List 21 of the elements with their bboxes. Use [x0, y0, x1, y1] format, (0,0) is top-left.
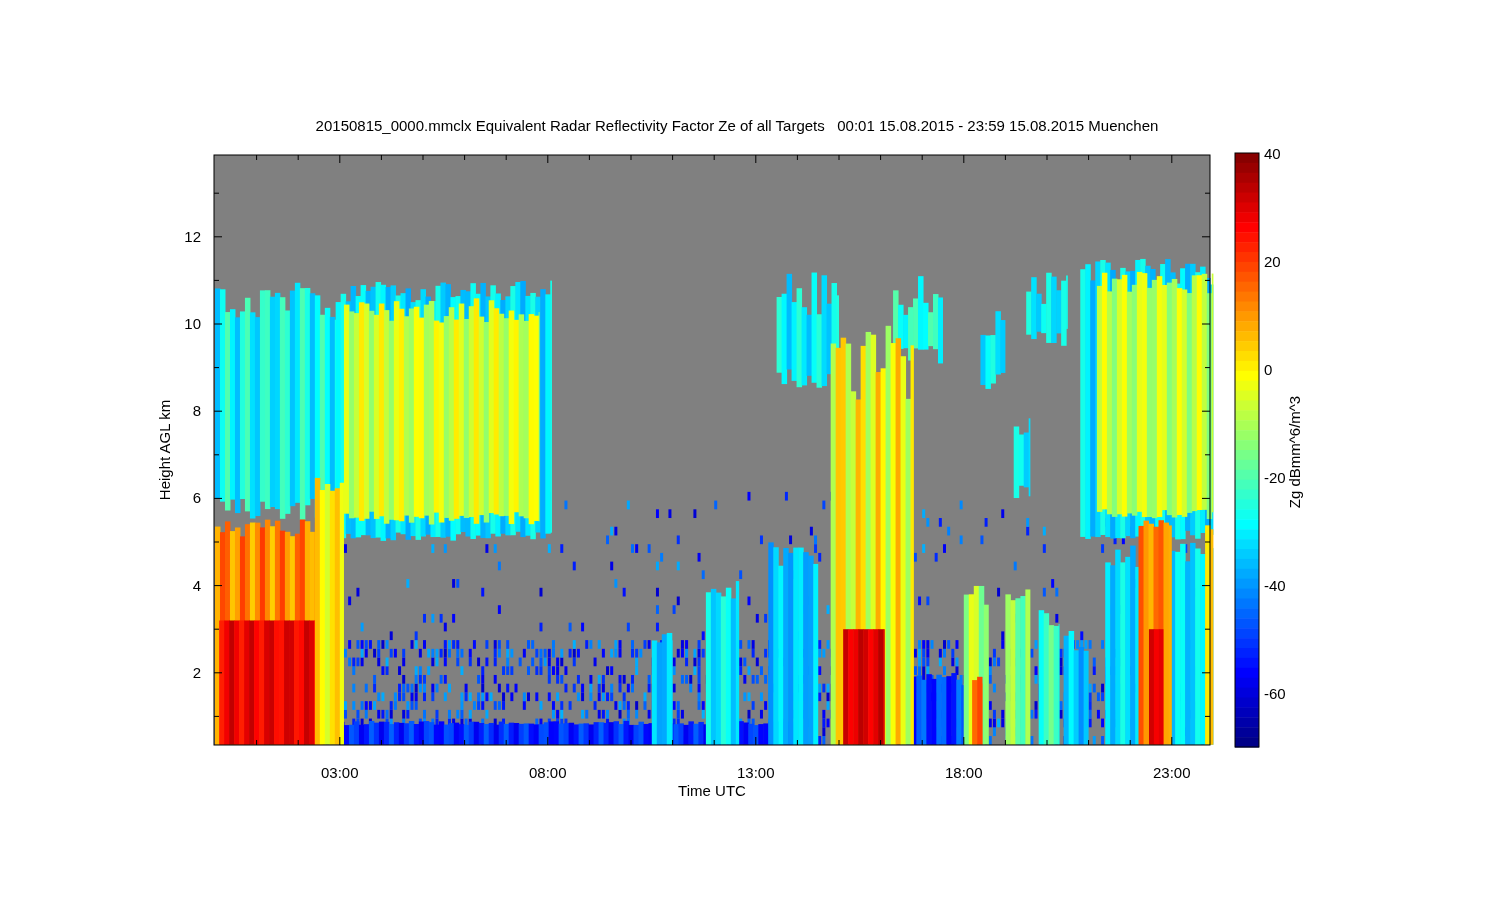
colorbar-tick-label: 40 [1264, 145, 1281, 162]
y-tick-label: 2 [192, 663, 201, 681]
colorbar-tick-label: -20 [1264, 469, 1286, 486]
colorbar-tick-label: -60 [1264, 685, 1286, 702]
y-tick-label: 4 [192, 576, 201, 594]
y-axis-label: Height AGL km [156, 399, 173, 501]
x-axis-label: Time UTC [678, 782, 746, 799]
y-tick-label: 12 [184, 227, 201, 245]
y-tick-label: 10 [184, 315, 201, 332]
x-tick-label: 03:00 [321, 764, 359, 781]
y-tick-label: 6 [192, 489, 201, 507]
colorbar-label: Zg dBmm^6/m^3 [1286, 395, 1303, 509]
x-tick-label: 18:00 [945, 764, 983, 781]
chart-title: 20150815_0000.mmclx Equivalent Radar Reflectivity Factor Ze of all Targets 00:01 15.08.2015 - 23:59 15.08.2015 Muenchen [315, 117, 1159, 134]
x-tick-label: 23:00 [1153, 764, 1191, 781]
x-tick-label: 13:00 [737, 764, 775, 781]
colorbar-tick-label: -40 [1264, 577, 1286, 594]
x-tick-label: 08:00 [529, 764, 567, 781]
y-tick-label: 8 [192, 402, 201, 420]
colorbar-tick-label: 0 [1264, 361, 1273, 378]
colorbar-tick-label: 20 [1264, 253, 1281, 270]
